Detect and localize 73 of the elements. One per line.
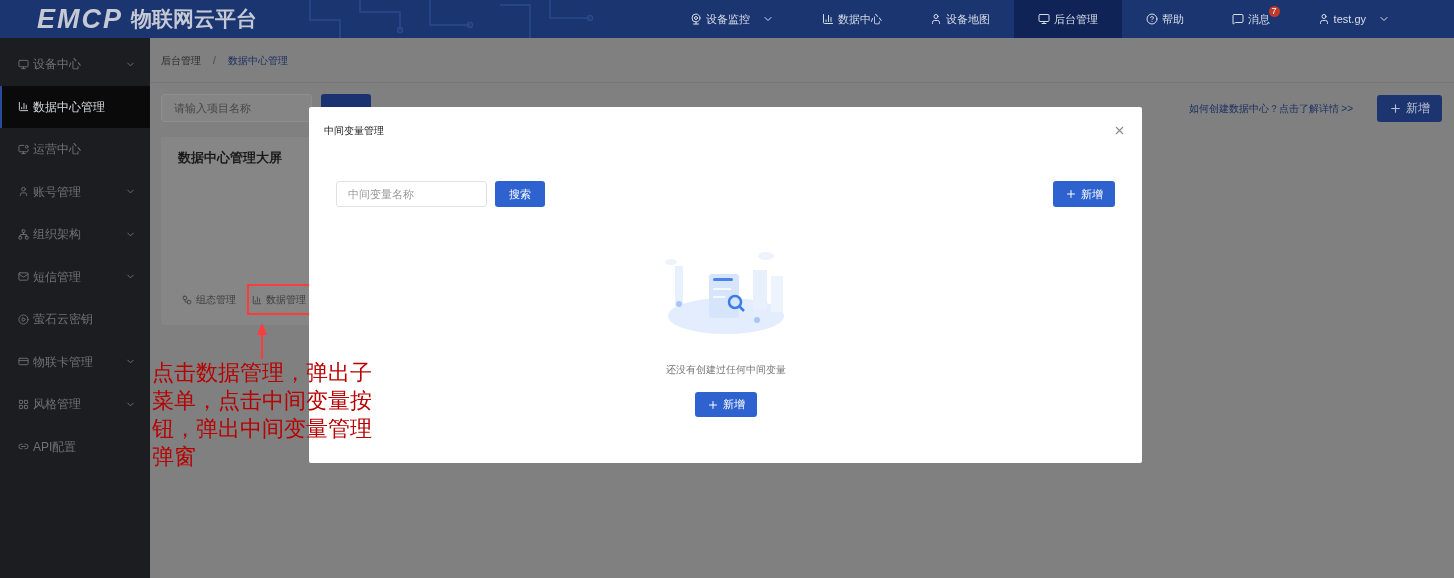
variable-name-field[interactable]: 中间变量名称 <box>336 181 487 207</box>
logo-title: 物联网云平台 <box>131 6 257 33</box>
annotation-arrow <box>256 323 268 359</box>
workflow-icon <box>182 294 192 305</box>
nav-label: 设备监控 <box>705 11 750 27</box>
menu-label: 运营中心 <box>33 141 82 159</box>
sidebar-item[interactable]: 设备中心 <box>0 43 150 86</box>
sidebar-item[interactable]: 风格管理 <box>0 383 150 426</box>
add-button[interactable]: 新增 <box>1377 94 1442 122</box>
sidebar-item[interactable]: 运营中心 <box>0 128 150 171</box>
plus-icon <box>1065 188 1077 200</box>
plus-icon <box>706 398 719 411</box>
nav-tab[interactable]: 设备地图 <box>905 0 1014 38</box>
menu-icon <box>18 101 29 113</box>
menu-label: 物联卡管理 <box>33 353 94 371</box>
empty-state-message: 还没有创建过任何中间变量 <box>665 363 786 377</box>
breadcrumb-separator: / <box>212 53 217 68</box>
card-title: 数据中心管理大屏 <box>178 149 283 167</box>
nav-icon <box>1231 13 1244 25</box>
menu-icon <box>18 398 29 410</box>
nav-label: 设备地图 <box>945 11 990 27</box>
sidebar-item[interactable]: 数据中心管理 <box>0 85 150 128</box>
nav-label: 数据中心 <box>837 11 882 27</box>
nav-label: 帮助 <box>1161 11 1184 27</box>
nav-tab[interactable]: 数据中心 <box>797 0 906 38</box>
nav-tab[interactable]: 设备监控 <box>665 0 798 38</box>
nav-label: 消息 <box>1247 11 1270 27</box>
nav-icon <box>1317 13 1330 25</box>
plus-icon <box>1389 101 1402 115</box>
nav-label: test.gy <box>1333 11 1366 27</box>
sidebar-item[interactable]: 组织架构 <box>0 213 150 256</box>
menu-label: API配置 <box>33 438 78 456</box>
dialog-title: 中间变量管理 <box>324 124 384 138</box>
nav-icon <box>1037 13 1050 25</box>
menu-label: 萤石云密钥 <box>33 311 94 329</box>
menu-icon <box>18 228 29 240</box>
menu-icon <box>18 356 29 368</box>
sidebar-item[interactable]: API配置 <box>0 425 150 468</box>
menu-label: 数据中心管理 <box>33 98 106 116</box>
annotation-text: 点击数据管理，弹出子菜单，点击中间变量按钮，弹出中间变量管理弹窗 <box>152 359 373 471</box>
menu-icon <box>18 58 29 70</box>
add-button[interactable]: 新增 <box>1053 181 1115 207</box>
search-button[interactable]: 搜索 <box>495 181 545 207</box>
breadcrumb-item[interactable]: 数据中心管理 <box>227 52 288 68</box>
menu-label: 短信管理 <box>33 268 82 286</box>
sidebar-item[interactable]: 账号管理 <box>0 170 150 213</box>
sidebar-item[interactable]: 短信管理 <box>0 255 150 298</box>
add-button[interactable]: 新增 <box>694 392 757 417</box>
menu-label: 组织架构 <box>33 226 82 244</box>
menu-icon <box>18 313 29 325</box>
nav-icon <box>929 13 942 25</box>
card-action-link[interactable]: 组态管理 <box>177 284 241 315</box>
nav-icon <box>689 13 702 25</box>
menu-label: 设备中心 <box>33 56 82 74</box>
menu-icon <box>18 143 29 155</box>
bar-chart-icon <box>252 294 262 305</box>
nav-icon <box>1145 13 1158 25</box>
menu-label: 账号管理 <box>33 183 82 201</box>
nav-tab[interactable]: 帮助 <box>1121 0 1208 38</box>
help-link[interactable]: 如何创建数据中心？点击了解详情 >> <box>1188 100 1353 116</box>
nav-label: 后台管理 <box>1053 11 1098 27</box>
logo-mark: EMCP <box>37 2 123 36</box>
sidebar-item[interactable]: 萤石云密钥 <box>0 298 150 341</box>
breadcrumb-item[interactable]: 后台管理 <box>161 52 201 68</box>
nav-icon <box>821 13 834 25</box>
menu-label: 风格管理 <box>33 396 82 414</box>
menu-icon <box>18 186 29 198</box>
nav-tab[interactable]: test.gy <box>1293 0 1414 38</box>
close-icon[interactable] <box>1113 124 1126 137</box>
nav-tab[interactable]: 后台管理 <box>1013 0 1122 38</box>
message-count-badge: 7 <box>1268 6 1280 17</box>
menu-icon <box>18 271 29 283</box>
sidebar-item[interactable]: 物联卡管理 <box>0 340 150 383</box>
